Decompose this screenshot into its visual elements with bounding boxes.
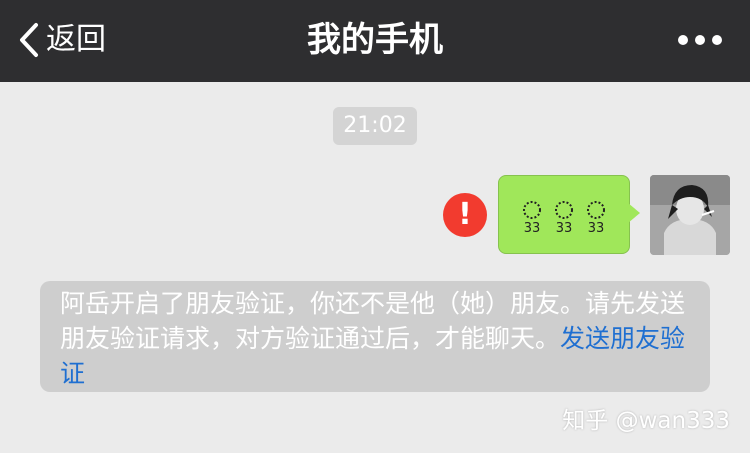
exclamation-icon[interactable]: ! bbox=[443, 193, 487, 237]
message-bubble[interactable]: 33 33 33 bbox=[498, 175, 630, 254]
friend-verification-notice: 阿岳开启了朋友验证，你还不是他（她）朋友。请先发送朋友验证请求，对方验证通过后，… bbox=[40, 281, 710, 392]
svg-text:33: 33 bbox=[524, 221, 541, 234]
smiley-emoji-icon: 33 bbox=[555, 201, 573, 234]
avatar[interactable] bbox=[650, 175, 730, 255]
smiley-emoji-icon: 33 bbox=[523, 201, 541, 234]
nav-bar: 返回 我的手机 bbox=[0, 0, 750, 82]
bubble-tail bbox=[628, 203, 640, 223]
watermark: 知乎 @wan333 bbox=[562, 408, 730, 434]
more-dots-icon[interactable] bbox=[678, 30, 722, 50]
message-timestamp: 21:02 bbox=[333, 107, 417, 145]
chat-title: 我的手机 bbox=[307, 20, 443, 60]
smiley-emoji-icon: 33 bbox=[587, 201, 605, 234]
svg-text:33: 33 bbox=[556, 221, 573, 234]
message-content: 33 33 33 bbox=[499, 200, 629, 234]
svg-text:33: 33 bbox=[588, 221, 605, 234]
avatar-image bbox=[650, 175, 730, 255]
